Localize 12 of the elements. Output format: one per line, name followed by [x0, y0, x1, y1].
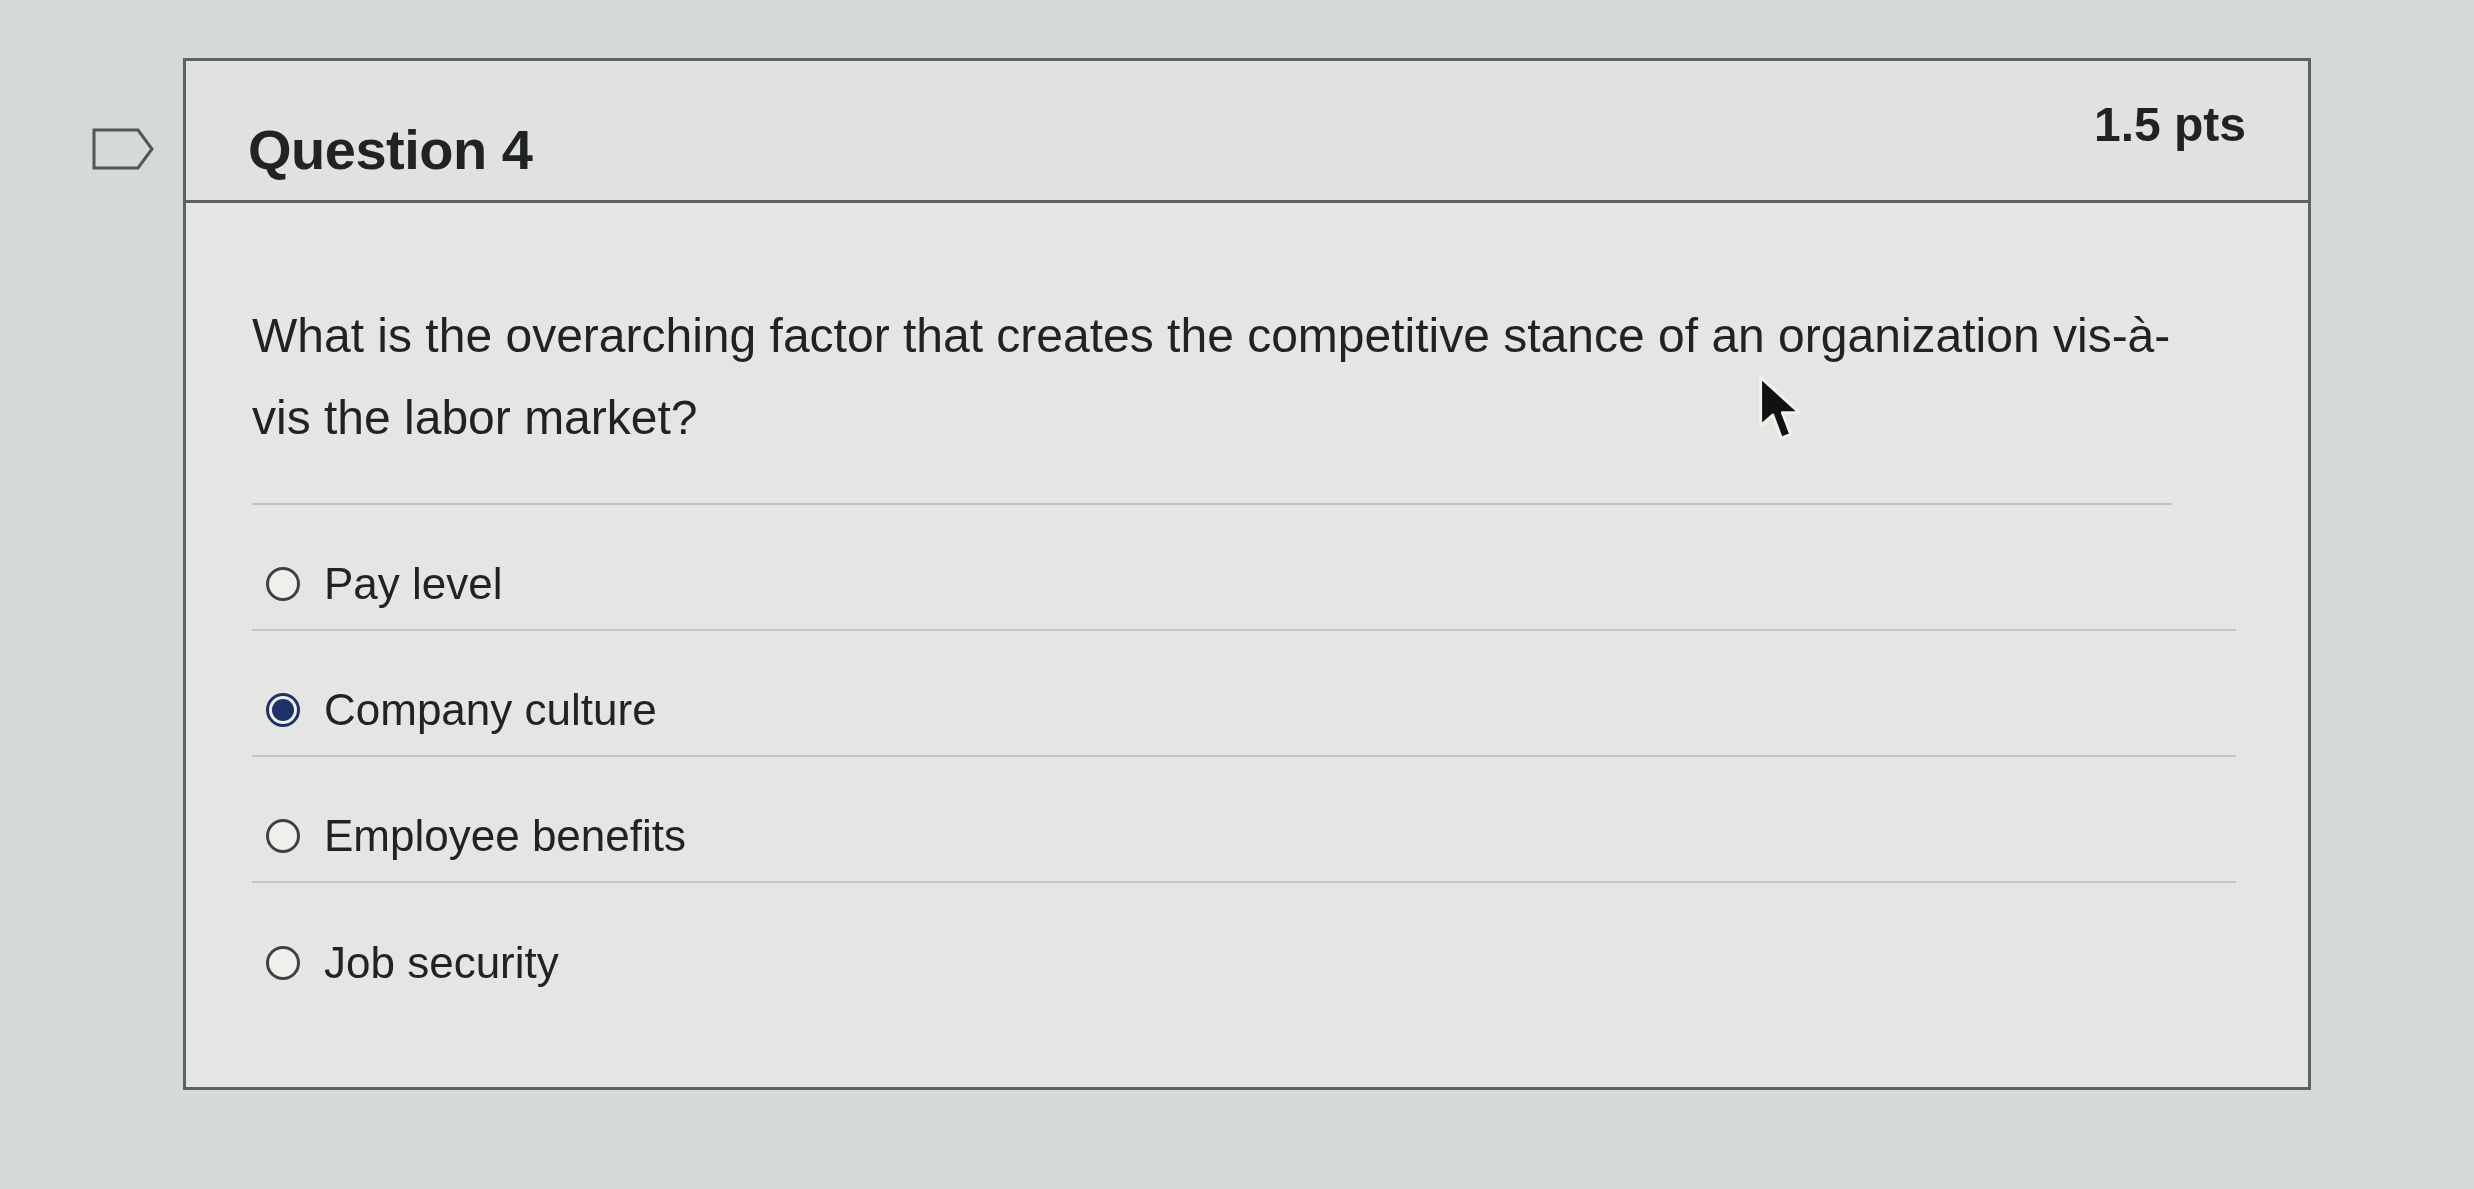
answer-label[interactable]: Job security [324, 933, 559, 993]
radio-button[interactable] [266, 567, 300, 601]
question-title: Question 4 [248, 118, 533, 182]
radio-button[interactable] [266, 946, 300, 980]
flag-icon[interactable] [92, 128, 154, 170]
answer-label[interactable]: Pay level [324, 554, 503, 614]
points-label: 1.5 pts [2093, 97, 2246, 153]
mouse-pointer-icon [1758, 375, 1802, 443]
answer-label[interactable]: Employee benefits [324, 806, 686, 866]
answer-label[interactable]: Company culture [324, 680, 657, 740]
radio-button[interactable] [266, 693, 300, 727]
radio-button[interactable] [266, 819, 300, 853]
